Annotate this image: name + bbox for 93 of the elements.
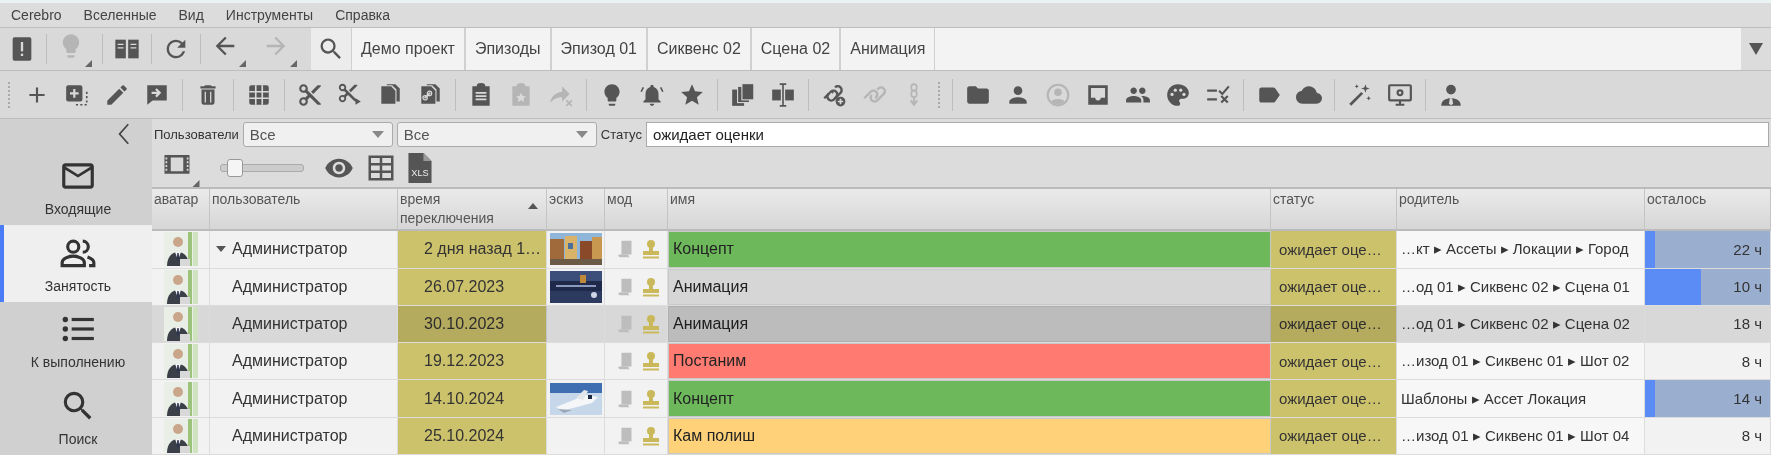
table-cell: 14.10.2024 bbox=[398, 380, 547, 417]
table-cell: …од 01 ▸ Сиквенс 02 ▸ Сцена 01 bbox=[1397, 268, 1645, 305]
table-cell: 30.10.2023 bbox=[398, 305, 547, 343]
table-cell: 2 дня назад 1… bbox=[398, 231, 547, 268]
column-header-label: время переключения bbox=[400, 190, 495, 229]
user-name: Администратор bbox=[232, 426, 348, 445]
breadcrumb-item[interactable]: Сцена 02 bbox=[750, 28, 841, 70]
status-field[interactable]: ожидает оценки bbox=[645, 121, 1769, 147]
breadcrumb-item[interactable]: Эпизод 01 bbox=[550, 28, 647, 70]
table-cell: Шаблоны ▸ Ассет Локация bbox=[1397, 380, 1645, 417]
dropdown-arrow-icon[interactable] bbox=[575, 130, 588, 138]
scissors-icon[interactable] bbox=[297, 81, 323, 108]
table-cell: Концепт bbox=[668, 380, 1271, 417]
palette-icon[interactable] bbox=[1165, 81, 1191, 108]
user-name: Администратор bbox=[232, 389, 348, 408]
sidebar-item-label: Поиск bbox=[58, 430, 98, 447]
column-header[interactable]: время переключения bbox=[398, 189, 547, 232]
xls-file-icon[interactable]: XLS bbox=[407, 153, 432, 184]
column-header-label: статус bbox=[1273, 190, 1316, 210]
user-name: Администратор bbox=[232, 277, 348, 296]
table-row[interactable]: Администратор 19.12.2023 Постаним ожидает оце… …изод 01 ▸ Сиквенс 01 ▸ Шот 02 8 ч bbox=[152, 343, 1771, 381]
column-header-label: пользователь bbox=[212, 190, 302, 210]
table-cell: 25.10.2024 bbox=[398, 417, 547, 454]
sidebar-item[interactable]: Занятость bbox=[0, 225, 152, 302]
remaining-time: 10 ч bbox=[1733, 278, 1762, 296]
column-header-label: мод bbox=[607, 190, 634, 210]
column-header[interactable]: статус bbox=[1271, 189, 1397, 232]
table-row[interactable]: Администратор 2 дня назад 1… Концепт ожидает оце… …кт ▸ Ассеты ▸ Локации ▸ Город 22 ч bbox=[152, 231, 1771, 269]
field-label: Пользователи bbox=[154, 126, 239, 142]
table-row[interactable]: Администратор 26.07.2023 Анимация ожидает оце… …од 01 ▸ Сиквенс 02 ▸ Сцена 01 10 ч bbox=[152, 268, 1771, 306]
menu-item[interactable]: Справка bbox=[324, 7, 402, 23]
menu-item[interactable]: Инструменты bbox=[214, 7, 325, 23]
column-header-label: аватар bbox=[154, 190, 200, 210]
sidebar-item-label: К выполнению bbox=[30, 354, 126, 371]
scissors-arrow-icon[interactable] bbox=[337, 81, 363, 108]
table-cell: 8 ч bbox=[1645, 343, 1771, 380]
column-header[interactable]: мод bbox=[605, 189, 668, 232]
monitor-gear-icon[interactable] bbox=[1387, 81, 1413, 108]
column-header[interactable]: имя bbox=[668, 189, 1271, 232]
table-cell: ожидает оце… bbox=[1271, 417, 1397, 454]
table-cell: ожидает оце… bbox=[1271, 343, 1397, 380]
column-header[interactable]: эскиз bbox=[547, 189, 605, 232]
sort-ascending-icon bbox=[528, 203, 538, 210]
menu-item[interactable]: Вселенные bbox=[72, 7, 168, 23]
table-cell: …изод 01 ▸ Сиквенс 01 ▸ Шот 04 bbox=[1397, 417, 1645, 454]
table-cell: ожидает оце… bbox=[1271, 380, 1397, 417]
remaining-time: 14 ч bbox=[1733, 390, 1762, 408]
table-cell: ожидает оце… bbox=[1271, 231, 1397, 268]
table-cell: 19.12.2023 bbox=[398, 343, 547, 380]
breadcrumb-item[interactable]: Сиквенс 02 bbox=[647, 28, 751, 70]
table-cell: Концепт bbox=[668, 231, 1271, 268]
copies-icon[interactable] bbox=[730, 81, 756, 108]
table-cell: …изод 01 ▸ Сиквенс 01 ▸ Шот 02 bbox=[1397, 343, 1645, 380]
column-header-label: родитель bbox=[1399, 190, 1461, 210]
user-name: Администратор bbox=[232, 314, 348, 333]
column-header[interactable]: осталось bbox=[1645, 189, 1771, 232]
column-header[interactable]: аватар bbox=[152, 189, 210, 232]
dropdown-arrow-icon[interactable] bbox=[371, 130, 384, 138]
table-cell: Анимация bbox=[668, 305, 1271, 343]
column-header[interactable]: родитель bbox=[1397, 189, 1645, 232]
menu-item[interactable]: Cerebro bbox=[0, 7, 73, 23]
dropdown-arrow-icon[interactable] bbox=[1749, 43, 1763, 55]
remaining-time: 22 ч bbox=[1733, 240, 1762, 258]
table-cell: Анимация bbox=[668, 268, 1271, 305]
table-cell: Постаним bbox=[668, 343, 1271, 380]
menu-item[interactable]: Вид bbox=[167, 7, 215, 23]
column-header-label: осталось bbox=[1647, 190, 1708, 210]
table-row[interactable]: Администратор 30.10.2023 Анимация ожидает оце… …од 01 ▸ Сиквенс 02 ▸ Сцена 02 18 ч bbox=[152, 305, 1771, 344]
table-row[interactable]: Администратор 25.10.2024 Кам полиш ожидает оце… …изод 01 ▸ Сиквенс 01 ▸ Шот 04 8 ч bbox=[152, 417, 1771, 455]
user-name: Администратор bbox=[232, 240, 348, 259]
column-header-label: имя bbox=[670, 190, 697, 210]
user-name: Администратор bbox=[232, 352, 348, 371]
column-header[interactable]: пользователь bbox=[210, 189, 398, 232]
breadcrumb-item[interactable]: Эпизоды bbox=[464, 28, 551, 70]
dropdown[interactable]: Все bbox=[242, 121, 393, 147]
breadcrumb-item[interactable]: Демо проект bbox=[351, 28, 465, 70]
table-cell: ожидает оце… bbox=[1271, 305, 1397, 343]
table-cell: ожидает оце… bbox=[1271, 268, 1397, 305]
table-cell: 8 ч bbox=[1645, 417, 1771, 454]
dropdown[interactable]: Все bbox=[396, 121, 597, 147]
table-cell: 18 ч bbox=[1645, 305, 1771, 343]
breadcrumb-item[interactable]: Анимация bbox=[840, 28, 936, 70]
sidebar-item-label: Входящие bbox=[44, 201, 112, 218]
sidebar-item-label: Занятость bbox=[44, 277, 112, 294]
slider-thumb[interactable] bbox=[226, 159, 243, 178]
table-cell: 26.07.2023 bbox=[398, 268, 547, 305]
wand-icon[interactable] bbox=[1347, 81, 1373, 108]
split-icon[interactable] bbox=[770, 81, 796, 108]
table-cell: …кт ▸ Ассеты ▸ Локации ▸ Город bbox=[1397, 231, 1645, 268]
field-label: Статус bbox=[600, 126, 642, 142]
column-header-label: эскиз bbox=[549, 190, 585, 210]
table-row[interactable]: Администратор 14.10.2024 Концепт ожидает оце… Шаблоны ▸ Ассет Локация 14 ч bbox=[152, 380, 1771, 418]
table-cell: Кам полиш bbox=[668, 417, 1271, 454]
